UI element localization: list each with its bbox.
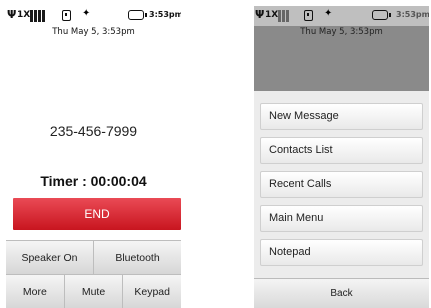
phone-number: 235-456-7999 [49, 123, 138, 139]
end-call-button[interactable]: END [13, 198, 181, 230]
keypad-button[interactable]: Keypad [123, 275, 181, 308]
back-button[interactable]: Back [254, 278, 429, 308]
antenna-icon: Ψ [255, 8, 265, 21]
call-timer: Timer : 00:00:04 [40, 173, 147, 189]
call-options-row-1: Speaker On Bluetooth [6, 240, 181, 274]
antenna-icon: Ψ [7, 8, 17, 21]
battery-icon [372, 10, 391, 20]
status-time: 3:53pm [149, 10, 181, 19]
menu-item-new-message[interactable]: New Message [260, 103, 423, 130]
menu-item-contacts-list[interactable]: Contacts List [260, 137, 423, 164]
network-type: 1X [17, 10, 31, 20]
mute-button[interactable]: Mute [65, 275, 124, 308]
phone-status-icon [304, 10, 313, 21]
status-bar: Ψ 1X ✦ 3:53pm [6, 6, 181, 26]
phone-status-icon [62, 10, 71, 21]
date-time-label: Thu May 5, 3:53pm [52, 27, 135, 37]
bluetooth-button[interactable]: Bluetooth [94, 241, 181, 274]
menu-list: New Message Contacts List Recent Calls M… [254, 91, 429, 308]
more-options-screen: Ψ 1X ✦ 3:53pm Thu May 5, 3:53pm New Mess… [254, 6, 429, 308]
signal-bars-icon [278, 10, 296, 22]
signal-bars-icon [30, 10, 48, 22]
in-call-screen: Ψ 1X ✦ 3:53pm Thu May 5, 3:53pm 235-456-… [6, 6, 181, 308]
more-button[interactable]: More [6, 275, 65, 308]
battery-icon [128, 10, 147, 20]
menu-item-notepad[interactable]: Notepad [260, 239, 423, 266]
network-type: 1X [265, 10, 279, 20]
menu-item-main-menu[interactable]: Main Menu [260, 205, 423, 232]
gps-icon: ✦ [82, 8, 91, 19]
date-time-label: Thu May 5, 3:53pm [300, 27, 383, 37]
menu-item-recent-calls[interactable]: Recent Calls [260, 171, 423, 198]
gps-icon: ✦ [324, 8, 333, 19]
call-options-row-2: More Mute Keypad [6, 274, 181, 308]
speaker-on-button[interactable]: Speaker On [6, 241, 94, 274]
status-bar: Ψ 1X ✦ 3:53pm [254, 6, 429, 26]
status-time: 3:53pm [396, 10, 429, 19]
